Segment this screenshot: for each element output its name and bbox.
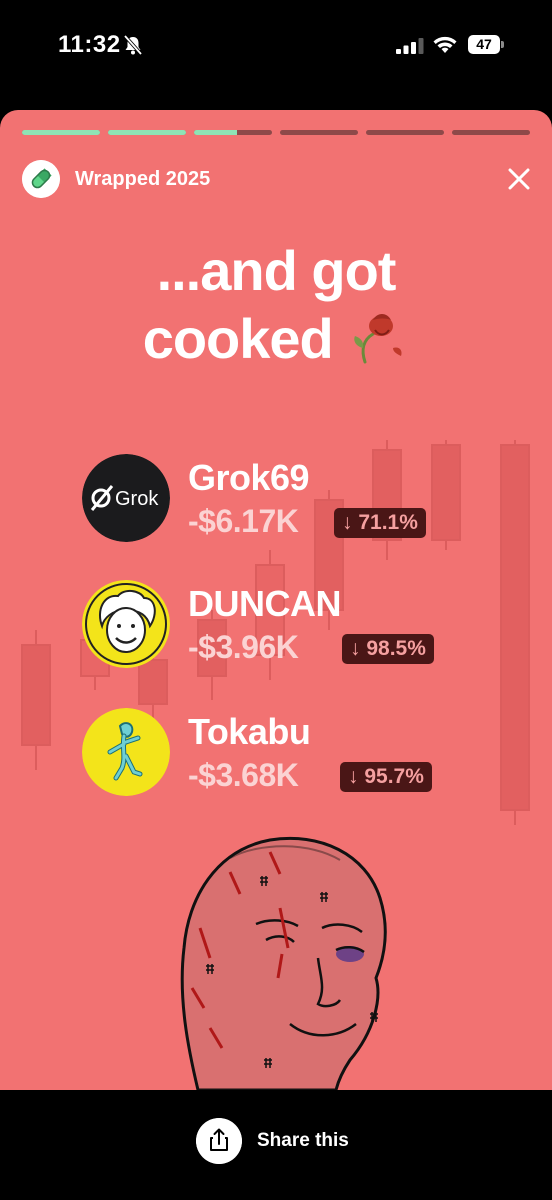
bruised-wojak-illustration (180, 836, 387, 1090)
token-row-grok69[interactable]: Grok Grok69 -$6.17K ↓ 71.1% (82, 454, 502, 544)
token-name: Grok69 (188, 457, 310, 498)
share-bar: Share this (0, 1090, 552, 1200)
token-name: DUNCAN (188, 583, 342, 624)
token-change-badge: ↓ 95.7% (340, 762, 432, 792)
bell-slash-icon (123, 34, 143, 56)
token-change-badge: ↓ 98.5% (342, 634, 434, 664)
headline-word: cooked (142, 307, 334, 370)
grok-logo-avatar: Grok (82, 454, 170, 542)
pill-icon (22, 160, 60, 198)
headline-line-2: cooked (0, 304, 552, 372)
close-icon[interactable] (506, 166, 532, 192)
grok-logo-text: Grok (115, 488, 159, 510)
wilted-rose-emoji (354, 314, 402, 364)
share-icon (196, 1118, 242, 1164)
progress-segment (452, 130, 530, 135)
battery-icon: 47 (468, 35, 504, 54)
progress-segment (22, 130, 100, 135)
status-time: 11:32 (58, 31, 121, 58)
duncan-face-avatar (82, 580, 170, 668)
token-loss: -$3.68K (188, 757, 299, 793)
token-loss: -$3.96K (188, 629, 299, 665)
share-button[interactable]: Share this (196, 1118, 376, 1164)
progress-segment (194, 130, 272, 135)
token-change-badge: ↓ 71.1% (334, 508, 426, 538)
wifi-icon (433, 36, 457, 53)
progress-segment (108, 130, 186, 135)
share-label: Share this (257, 1130, 349, 1151)
story-progress (22, 130, 530, 135)
screen: 11:32 47 Wrapped 2025 ...and got cooked … (0, 0, 552, 1200)
token-row-duncan[interactable]: DUNCAN -$3.96K ↓ 98.5% (82, 580, 502, 670)
headline: ...and got cooked (0, 238, 552, 372)
progress-segment (366, 130, 444, 135)
story-card[interactable]: Wrapped 2025 ...and got cooked Grok Grok… (0, 110, 552, 1090)
headline-line-1: ...and got (156, 239, 397, 302)
token-loss: -$6.17K (188, 503, 299, 539)
story-header: Wrapped 2025 (22, 160, 532, 200)
story-title: Wrapped 2025 (75, 168, 211, 190)
progress-segment (280, 130, 358, 135)
token-row-tokabu[interactable]: Tokabu -$3.68K ↓ 95.7% (82, 708, 502, 798)
cellular-signal-icon (396, 38, 424, 54)
battery-level: 47 (476, 36, 492, 52)
tokabu-figure-avatar (82, 708, 170, 796)
token-name: Tokabu (188, 711, 311, 752)
status-bar: 11:32 47 (0, 0, 552, 90)
